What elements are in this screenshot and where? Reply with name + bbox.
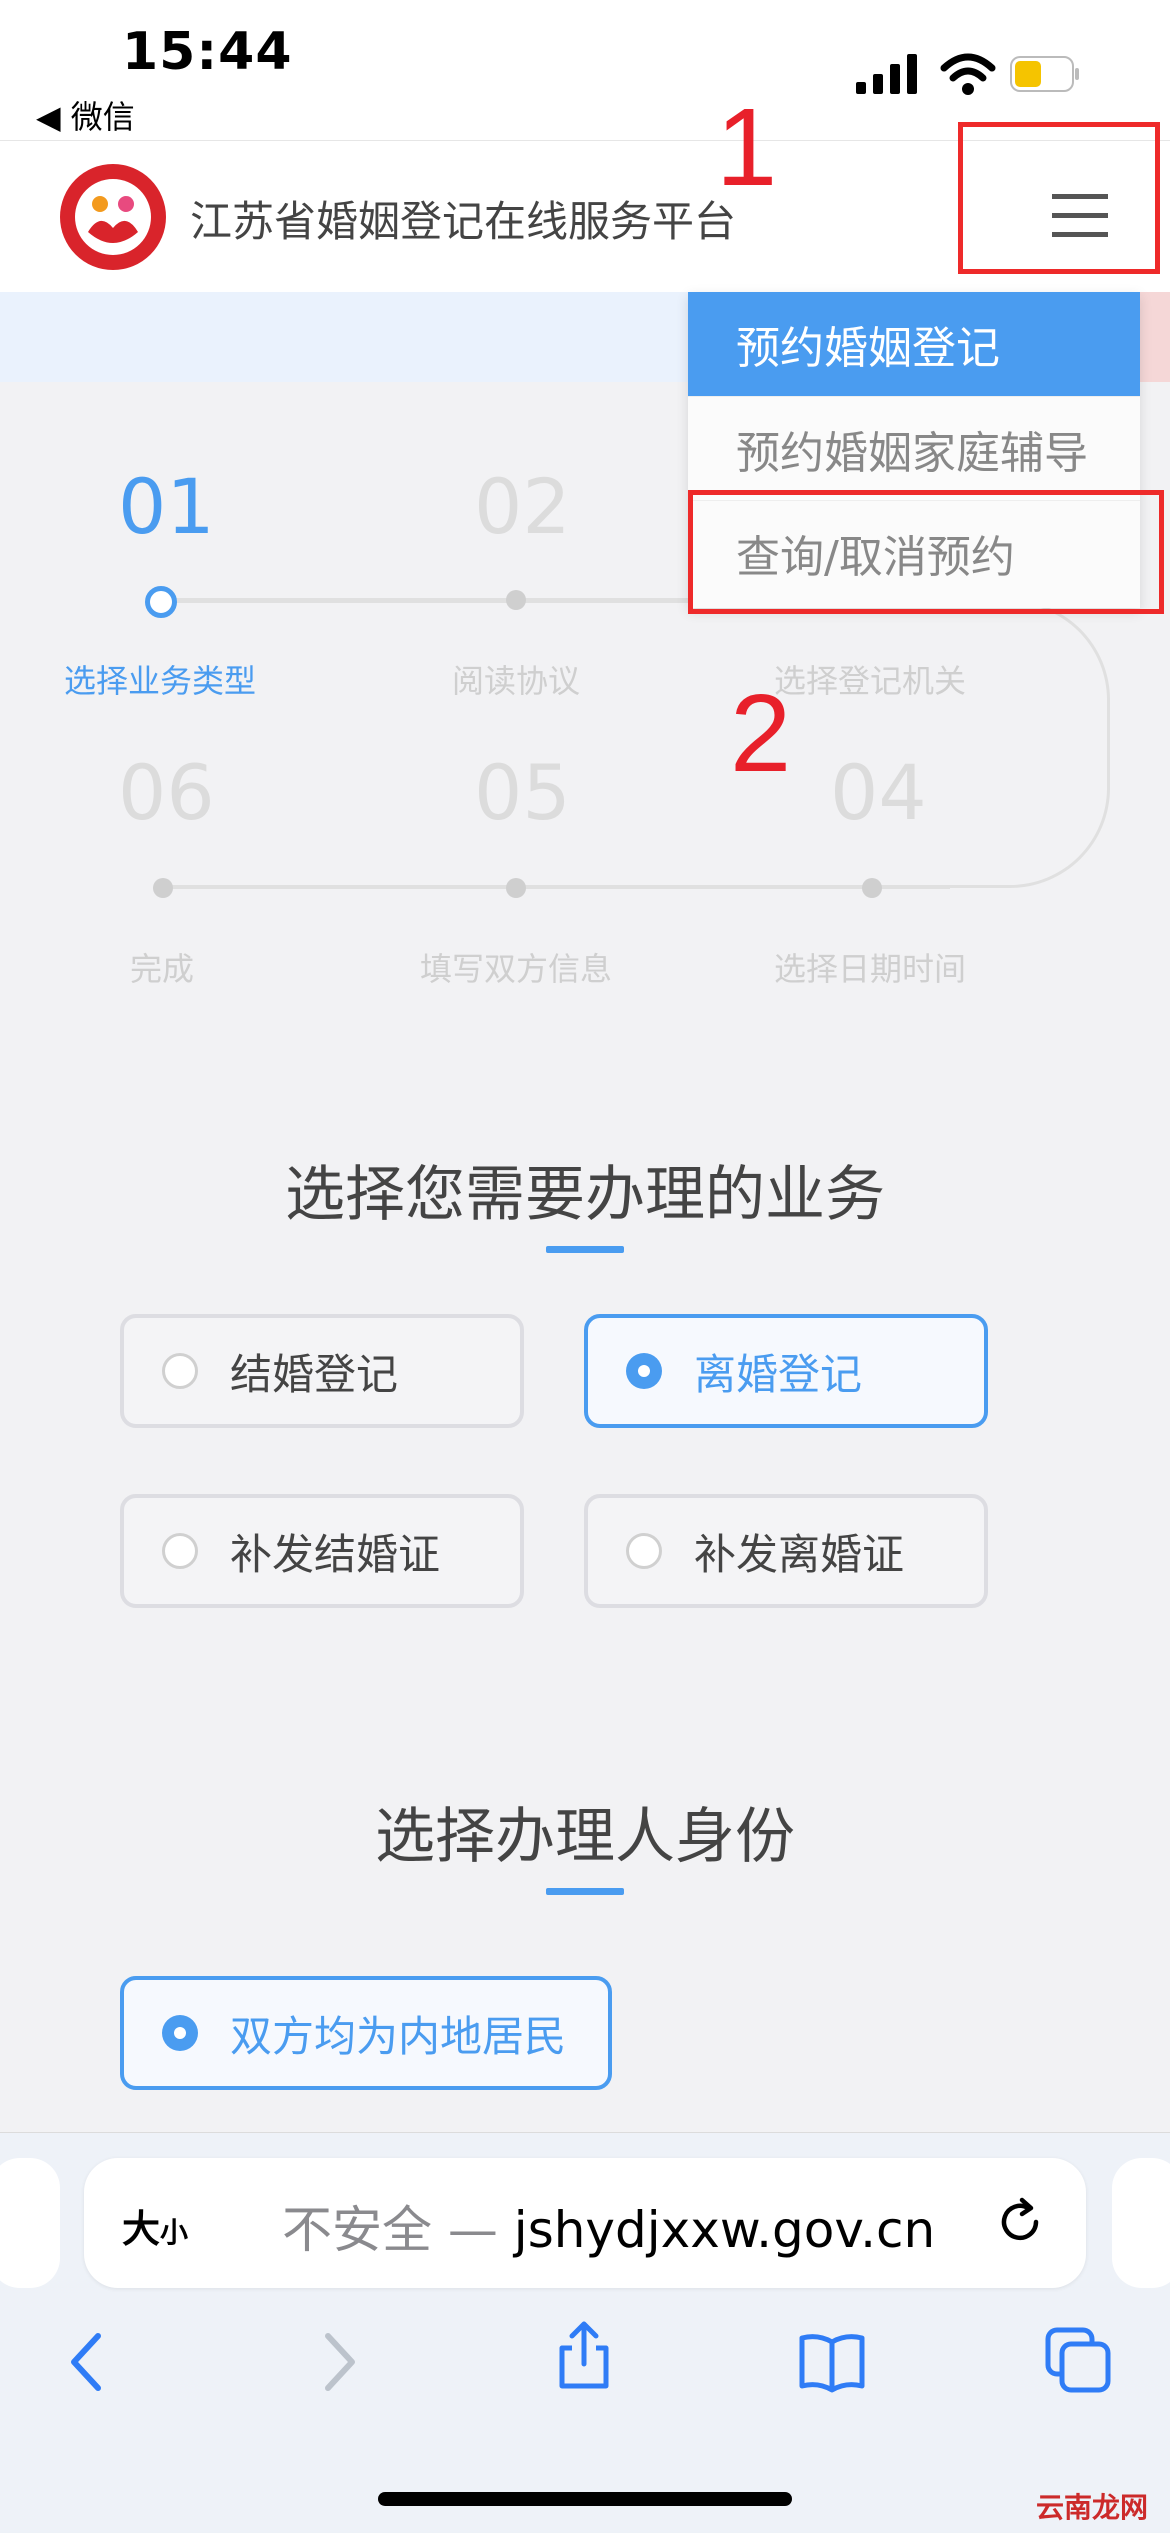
text-size-button[interactable]: 大小 [122,2198,188,2253]
step-dot-05 [506,878,526,898]
step-label-04: 选择日期时间 [773,950,966,988]
radio-icon [162,1353,198,1389]
step-label-06: 完成 [129,950,194,988]
radio-icon [162,1533,198,1569]
tabs-icon[interactable] [1042,2324,1114,2396]
business-section-title: 选择您需要办理的业务 [285,1160,885,1230]
menu-item-book-marriage-registration[interactable]: 预约婚姻登记 [688,292,1140,396]
option-marriage-registration[interactable]: 结婚登记 [120,1314,524,1428]
wifi-icon [940,53,996,95]
radio-checked-icon [626,1353,662,1389]
step-label-01: 选择业务类型 [63,662,256,700]
url-domain: jshydjxxw.gov.cn [497,2201,936,2259]
banner-edge [1140,292,1170,382]
text-size-large: 大 [122,2207,161,2251]
option-label: 补发结婚证 [230,1529,441,1579]
home-indicator [378,2492,792,2506]
option-divorce-registration[interactable]: 离婚登记 [584,1314,988,1428]
step-label-05: 填写双方信息 [419,950,612,988]
option-both-mainland-residents[interactable]: 双方均为内地居民 [120,1976,612,2090]
step-number-05: 05 [474,748,571,837]
step-number-06: 06 [118,748,215,837]
option-label: 双方均为内地居民 [230,2011,567,2061]
annotation-number-2: 2 [730,672,792,795]
menu-item-book-family-counseling[interactable]: 预约婚姻家庭辅导 [688,396,1140,500]
option-label: 离婚登记 [694,1349,863,1399]
site-title: 江苏省婚姻登记在线服务平台 [190,197,737,246]
step-label-02: 阅读协议 [451,662,580,700]
identity-section-title: 选择办理人身份 [375,1802,795,1872]
share-icon[interactable] [548,2320,620,2392]
text-size-small: 小 [160,2216,189,2249]
option-label: 补发离婚证 [694,1529,905,1579]
business-title-underline [546,1246,624,1253]
reload-icon[interactable] [990,2192,1050,2252]
bookmarks-icon[interactable] [796,2326,868,2398]
radio-icon [626,1533,662,1569]
back-to-wechat-link[interactable]: ◀ 微信 [36,92,135,138]
option-reissue-divorce-certificate[interactable]: 补发离婚证 [584,1494,988,1608]
battery-icon [1010,56,1079,92]
option-label: 结婚登记 [230,1349,399,1399]
step-dot-01 [145,586,177,618]
next-tab-preview[interactable] [1112,2158,1170,2288]
step-number-04: 04 [830,748,927,837]
step-dot-06 [153,878,173,898]
step-dot-04 [862,878,882,898]
annotation-number-1: 1 [716,86,778,209]
steps-line-bottom [160,886,950,889]
radio-checked-icon [162,2015,198,2051]
back-arrow-icon[interactable] [52,2326,124,2398]
previous-tab-preview[interactable] [0,2158,60,2288]
forward-arrow-icon[interactable] [302,2326,374,2398]
status-time: 15:44 [122,22,293,82]
step-dot-02 [506,590,526,610]
step-number-02: 02 [474,462,571,551]
insecure-label: 不安全 — [282,2201,498,2259]
option-reissue-marriage-certificate[interactable]: 补发结婚证 [120,1494,524,1608]
cellular-signal-icon [856,54,917,94]
url-display[interactable]: 不安全 — jshydjxxw.gov.cn [282,2190,935,2262]
marriage-registration-logo [60,164,166,270]
steps-track [160,600,1110,888]
annotation-box-1 [958,122,1160,274]
step-number-01: 01 [118,462,215,551]
annotation-box-2 [688,490,1164,614]
identity-title-underline [546,1888,624,1895]
watermark: 云南龙网 [1036,2491,1149,2524]
